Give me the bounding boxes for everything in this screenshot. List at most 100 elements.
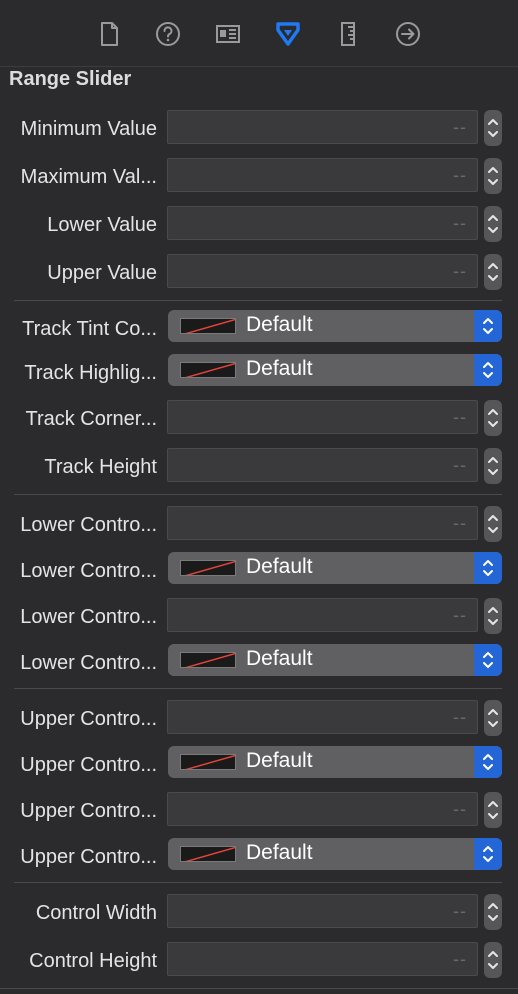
control-width-row: Control Width -- xyxy=(0,894,518,934)
track-corner-field[interactable]: -- xyxy=(167,400,478,434)
lower-control-field-1[interactable]: -- xyxy=(167,506,478,540)
placeholder: -- xyxy=(453,799,467,819)
lower-control-row-4: Lower Contro... Default xyxy=(0,644,518,684)
color-swatch xyxy=(180,652,236,668)
row-label: Track Highlig... xyxy=(24,362,157,384)
placeholder: -- xyxy=(453,213,467,233)
maximum-value-field[interactable]: -- xyxy=(167,158,478,192)
up-down-chevron-icon xyxy=(474,746,502,778)
lower-control-row-1: Lower Contro... -- xyxy=(0,506,518,546)
row-label: Track Tint Co... xyxy=(22,318,157,340)
stepper[interactable] xyxy=(484,448,502,484)
divider xyxy=(14,494,502,495)
divider xyxy=(14,688,502,689)
row-label: Upper Value xyxy=(47,262,157,284)
lower-control-row-2: Lower Contro... Default xyxy=(0,552,518,592)
lower-control-row-3: Lower Contro... -- xyxy=(0,598,518,638)
placeholder: -- xyxy=(453,901,467,921)
identity-inspector-icon[interactable] xyxy=(213,18,243,50)
maximum-value-row: Maximum Val... -- xyxy=(0,158,518,198)
row-label: Lower Contro... xyxy=(20,606,157,628)
stepper[interactable] xyxy=(484,942,502,978)
divider xyxy=(0,988,518,989)
row-label: Control Width xyxy=(35,902,157,924)
track-tint-color-popup[interactable]: Default xyxy=(168,310,502,342)
size-inspector-icon[interactable] xyxy=(333,18,363,50)
upper-control-field-1[interactable]: -- xyxy=(167,700,478,734)
placeholder: -- xyxy=(453,117,467,137)
upper-control-color-popup-2[interactable]: Default xyxy=(168,838,502,870)
row-label: Track Corner... xyxy=(25,408,157,430)
upper-value-row: Upper Value -- xyxy=(0,254,518,294)
row-label: Lower Contro... xyxy=(20,514,157,536)
stepper[interactable] xyxy=(484,598,502,634)
lower-control-color-popup-2[interactable]: Default xyxy=(168,644,502,676)
upper-control-row-1: Upper Contro... -- xyxy=(0,700,518,740)
row-label: Lower Contro... xyxy=(20,560,157,582)
color-swatch xyxy=(180,318,236,334)
upper-control-field-2[interactable]: -- xyxy=(167,792,478,826)
stepper[interactable] xyxy=(484,158,502,194)
row-label: Control Height xyxy=(29,950,157,972)
up-down-chevron-icon xyxy=(474,354,502,386)
lower-control-color-popup-1[interactable]: Default xyxy=(168,552,502,584)
stepper[interactable] xyxy=(484,506,502,542)
divider xyxy=(14,300,502,301)
placeholder: -- xyxy=(453,605,467,625)
track-height-row: Track Height -- xyxy=(0,448,518,488)
stepper[interactable] xyxy=(484,894,502,930)
track-highlight-row: Track Highlig... Default xyxy=(0,354,518,394)
placeholder: -- xyxy=(453,407,467,427)
lower-control-field-2[interactable]: -- xyxy=(167,598,478,632)
placeholder: -- xyxy=(453,707,467,727)
popup-value: Default xyxy=(246,357,313,380)
section-title: Range Slider xyxy=(9,68,132,90)
lower-value-row: Lower Value -- xyxy=(0,206,518,246)
popup-value: Default xyxy=(246,841,313,864)
minimum-value-field[interactable]: -- xyxy=(167,110,478,144)
stepper[interactable] xyxy=(484,792,502,828)
attributes-inspector-icon[interactable] xyxy=(273,18,303,50)
color-swatch xyxy=(180,846,236,862)
popup-value: Default xyxy=(246,749,313,772)
stepper[interactable] xyxy=(484,400,502,436)
up-down-chevron-icon xyxy=(474,644,502,676)
placeholder: -- xyxy=(453,455,467,475)
connections-inspector-icon[interactable] xyxy=(393,18,423,50)
upper-value-field[interactable]: -- xyxy=(167,254,478,288)
stepper[interactable] xyxy=(484,110,502,146)
row-label: Maximum Val... xyxy=(20,166,157,188)
file-inspector-icon[interactable] xyxy=(94,18,124,50)
popup-value: Default xyxy=(246,647,313,670)
color-swatch xyxy=(180,362,236,378)
row-label: Upper Contro... xyxy=(20,800,157,822)
control-height-field[interactable]: -- xyxy=(167,942,478,976)
upper-control-row-4: Upper Contro... Default xyxy=(0,838,518,878)
stepper[interactable] xyxy=(484,700,502,736)
row-label: Track Height xyxy=(44,456,157,478)
popup-value: Default xyxy=(246,555,313,578)
row-label: Upper Contro... xyxy=(20,708,157,730)
row-label: Lower Value xyxy=(47,214,157,236)
upper-control-row-3: Upper Contro... -- xyxy=(0,792,518,832)
upper-control-row-2: Upper Contro... Default xyxy=(0,746,518,786)
placeholder: -- xyxy=(453,261,467,281)
minimum-value-row: Minimum Value -- xyxy=(0,110,518,150)
color-swatch xyxy=(180,560,236,576)
inspector-toolbar xyxy=(0,0,518,67)
upper-control-color-popup-1[interactable]: Default xyxy=(168,746,502,778)
track-tint-row: Track Tint Co... Default xyxy=(0,310,518,350)
lower-value-field[interactable]: -- xyxy=(167,206,478,240)
color-swatch xyxy=(180,754,236,770)
control-width-field[interactable]: -- xyxy=(167,894,478,928)
divider xyxy=(14,882,502,883)
track-height-field[interactable]: -- xyxy=(167,448,478,482)
stepper[interactable] xyxy=(484,206,502,242)
row-label: Upper Contro... xyxy=(20,846,157,868)
quick-help-icon[interactable] xyxy=(153,18,183,50)
stepper[interactable] xyxy=(484,254,502,290)
track-corner-row: Track Corner... -- xyxy=(0,400,518,440)
placeholder: -- xyxy=(453,513,467,533)
track-highlight-color-popup[interactable]: Default xyxy=(168,354,502,386)
popup-value: Default xyxy=(246,313,313,336)
